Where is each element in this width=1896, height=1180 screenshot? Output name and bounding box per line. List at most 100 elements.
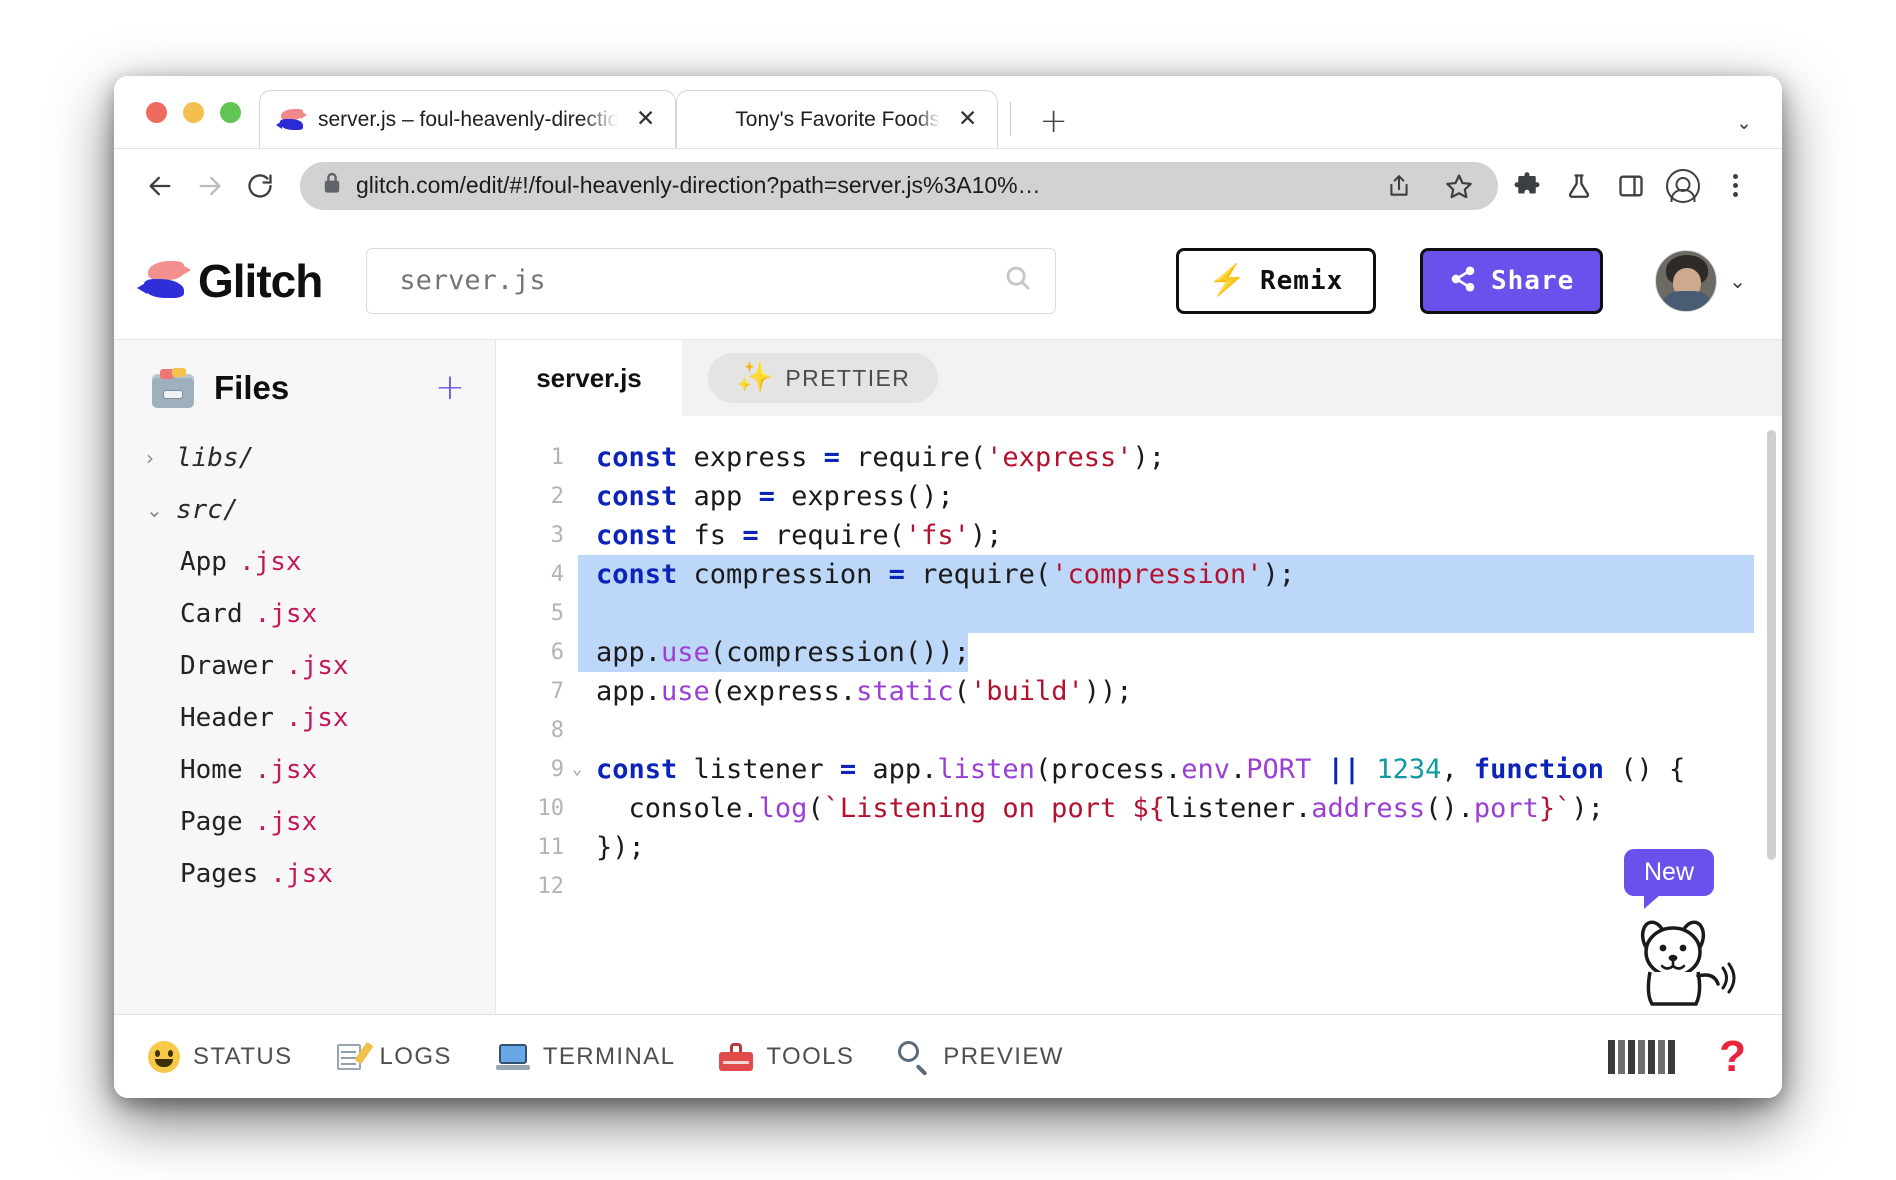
glitch-fish-logo-icon [137, 260, 194, 301]
file-ext: .jsx [285, 703, 349, 733]
line-text-11: }); [596, 832, 645, 863]
tab-divider [1010, 102, 1012, 136]
line-number: 9 [550, 757, 564, 782]
browser-tab-2[interactable]: Tony's Favorite Foods ✕ [676, 90, 999, 148]
code-line: 3 const fs = require('fs'); [496, 516, 1782, 555]
prettier-button[interactable]: ✨ PRETTIER [708, 353, 939, 403]
line-number: 6 [550, 640, 564, 665]
list-item[interactable]: App .jsx [114, 536, 495, 588]
code-line: 11}); [496, 828, 1782, 867]
minimize-window-button[interactable] [183, 101, 204, 123]
search-icon[interactable] [1003, 263, 1033, 298]
close-icon[interactable]: ✕ [630, 108, 661, 131]
maximize-window-button[interactable] [220, 101, 241, 123]
line-number: 3 [550, 523, 564, 548]
tab-strip-right: ⌄ [1736, 112, 1782, 148]
address-bar[interactable]: glitch.com/edit/#!/foul-heavenly-directi… [300, 161, 1498, 210]
glitch-logo[interactable]: Glitch [137, 254, 323, 308]
glitch-logo-text: Glitch [198, 254, 323, 307]
glitch-app: Glitch ⚡ Remix Share [114, 222, 1782, 1098]
code-line: 8 [496, 711, 1782, 750]
chevron-down-icon[interactable]: ⌄ [1736, 112, 1752, 134]
files-title: Files [214, 369, 290, 406]
sidebar-item-src[interactable]: ⌄ src/ [114, 484, 495, 536]
list-item[interactable]: Page .jsx [114, 796, 495, 848]
preview-button[interactable]: PREVIEW [898, 1040, 1063, 1076]
glitch-body: Files + › libs/ ⌄ src/ App .jsx Card .js… [114, 340, 1782, 1014]
browser-window: server.js – foul-heavenly-direction ✕ To… [114, 76, 1782, 1098]
laptop-icon [495, 1043, 530, 1070]
fold-toggle[interactable]: ⌄ [572, 750, 590, 789]
status-label: STATUS [193, 1042, 293, 1070]
file-name: Card [180, 599, 243, 629]
new-feature-badge[interactable]: New [1623, 849, 1714, 909]
tools-label: TOOLS [766, 1042, 855, 1070]
line-text-8 [590, 711, 612, 750]
side-panel-icon[interactable] [1608, 163, 1654, 209]
list-item[interactable]: Pages .jsx [114, 848, 495, 900]
user-menu[interactable]: ⌄ [1655, 249, 1746, 312]
tab-server-js[interactable]: server.js [496, 340, 682, 416]
lock-icon [322, 171, 342, 200]
file-ext: .jsx [238, 547, 302, 577]
window-traffic-lights [138, 76, 259, 148]
help-question-icon[interactable]: ? [1719, 1034, 1746, 1079]
line-number: 11 [537, 835, 565, 860]
file-list: › libs/ ⌄ src/ App .jsx Card .jsx Drawer… [114, 426, 495, 900]
url-text: glitch.com/edit/#!/foul-heavenly-directi… [356, 172, 1041, 198]
list-item[interactable]: Header .jsx [114, 692, 495, 744]
browser-toolbar: glitch.com/edit/#!/foul-heavenly-directi… [114, 148, 1782, 222]
chevron-down-icon[interactable]: ⌄ [1729, 269, 1746, 293]
file-name: Header [180, 703, 274, 733]
notepad-icon [336, 1041, 374, 1072]
code-line: 10 console.log(`Listening on port ${list… [496, 789, 1782, 828]
tools-button[interactable]: TOOLS [719, 1042, 855, 1071]
browser-tab-1[interactable]: server.js – foul-heavenly-direction ✕ [259, 90, 677, 148]
terminal-button[interactable]: TERMINAL [495, 1043, 676, 1071]
status-button[interactable]: STATUS [148, 1040, 293, 1073]
close-icon[interactable]: ✕ [952, 108, 983, 131]
extensions-puzzle-icon[interactable] [1504, 163, 1550, 209]
prettier-label: PRETTIER [785, 364, 911, 391]
file-ext: .jsx [270, 859, 333, 889]
logs-button[interactable]: LOGS [336, 1041, 452, 1072]
profile-icon[interactable] [1660, 163, 1706, 209]
remix-button[interactable]: ⚡ Remix [1175, 247, 1376, 314]
back-icon[interactable] [138, 164, 182, 208]
line-text-3: const fs = require('fs'); [596, 520, 1003, 551]
code-line: 1 const express = require('express'); [496, 438, 1782, 477]
reload-icon[interactable] [238, 164, 282, 208]
magnifier-icon [898, 1040, 930, 1076]
share-button-label: Share [1490, 265, 1575, 296]
code-line: 7 app.use(express.static('build')); [496, 672, 1782, 711]
share-icon[interactable] [1376, 163, 1422, 209]
labs-flask-icon[interactable] [1556, 163, 1602, 209]
add-file-button[interactable]: + [435, 370, 465, 406]
forward-icon[interactable] [188, 164, 232, 208]
list-item[interactable]: Home .jsx [114, 744, 495, 796]
menu-kebab-icon[interactable] [1712, 163, 1758, 209]
editor-scrollbar[interactable] [1767, 430, 1776, 860]
line-text-6: app.use(compression()); [596, 637, 970, 668]
avatar[interactable] [1655, 249, 1718, 312]
line-number: 5 [550, 601, 564, 626]
toolbox-icon [719, 1042, 754, 1071]
project-search-box[interactable] [366, 247, 1057, 314]
lightning-icon: ⚡ [1208, 263, 1246, 297]
share-button[interactable]: Share [1419, 247, 1604, 314]
search-input[interactable] [399, 265, 960, 296]
new-tab-button[interactable]: + [1029, 104, 1078, 138]
sparkles-icon: ✨ [736, 361, 774, 394]
code-editor[interactable]: 1 const express = require('express'); 2 co… [496, 416, 1782, 1014]
piano-keys-icon[interactable] [1608, 1039, 1676, 1074]
line-number: 2 [550, 484, 564, 509]
close-window-button[interactable] [146, 101, 167, 123]
line-number: 10 [537, 796, 565, 821]
bookmark-star-icon[interactable] [1436, 163, 1482, 209]
list-item[interactable]: Card .jsx [114, 588, 495, 640]
dog-mascot-icon[interactable] [1624, 910, 1736, 1008]
remix-button-label: Remix [1259, 265, 1344, 296]
file-ext: .jsx [254, 755, 318, 785]
sidebar-item-libs[interactable]: › libs/ [114, 432, 495, 484]
list-item[interactable]: Drawer .jsx [114, 640, 495, 692]
